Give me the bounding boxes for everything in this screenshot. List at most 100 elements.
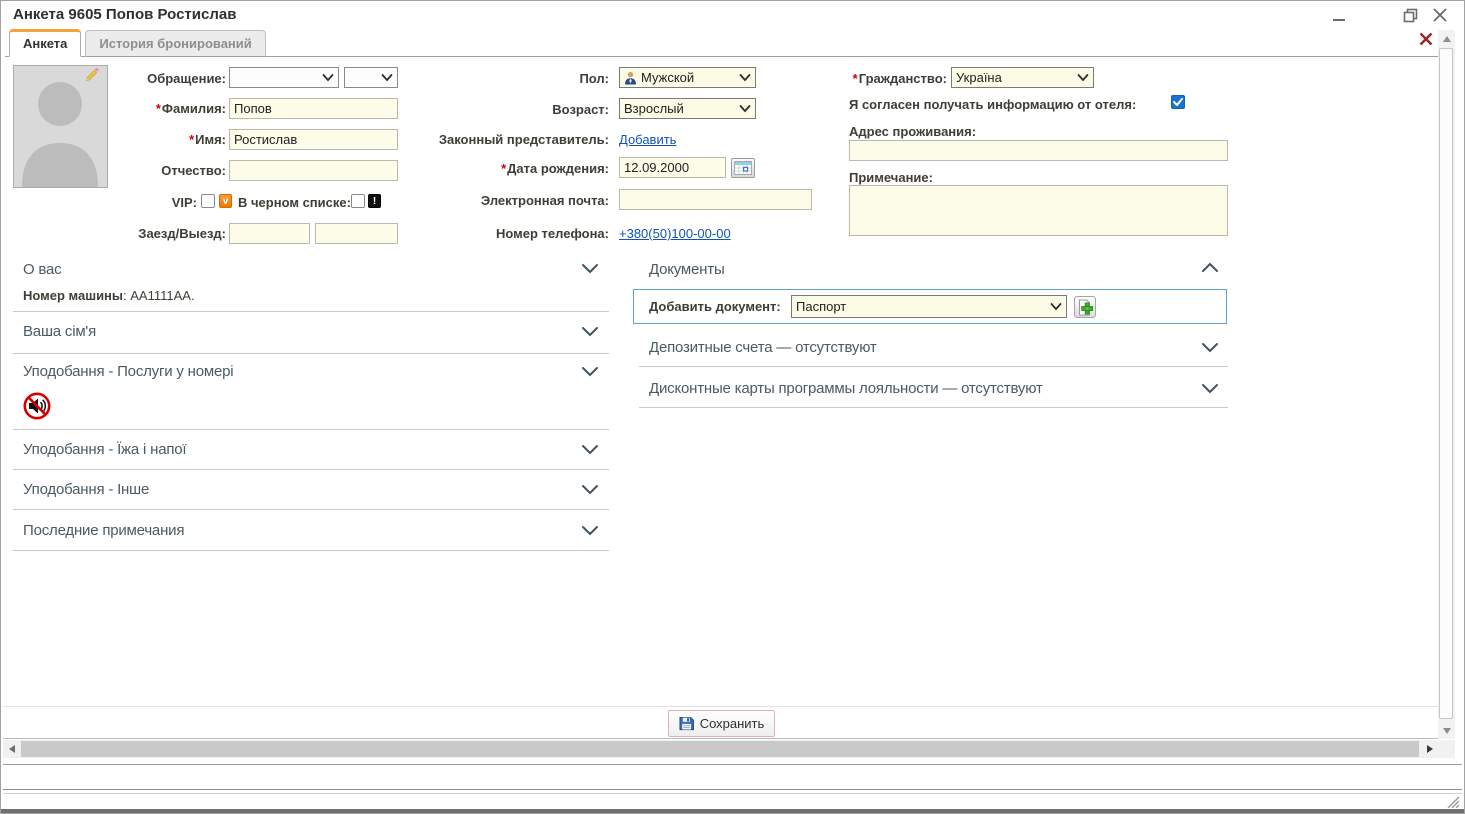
chevron-down-icon [1050,302,1062,311]
firstname-input[interactable] [229,129,398,150]
consent-checkbox[interactable] [1171,95,1185,109]
scrollbar-corner [1438,740,1455,758]
scroll-left-button[interactable] [3,740,20,758]
document-type-select[interactable]: Паспорт [791,295,1067,318]
resize-grip-icon [1446,796,1460,808]
no-sound-preference [23,392,51,420]
save-floppy-icon [679,716,694,731]
firstname-label: *Имя: [101,132,226,147]
triangle-right-icon [1427,745,1433,753]
scroll-down-button[interactable] [1438,722,1455,739]
birthdate-input[interactable] [619,157,726,178]
section-last-notes-header[interactable]: Последние примечания [23,522,184,539]
age-select[interactable]: Взрослый [619,98,756,119]
tab-anketa[interactable]: Анкета [9,29,81,57]
email-input[interactable] [619,189,812,210]
section-room-services-header[interactable]: Уподобання - Послуги у номері [23,363,233,380]
middlename-input[interactable] [229,160,398,181]
salutation-label: Обращение: [101,71,226,86]
lastname-input[interactable] [229,98,398,119]
section-deposits-header[interactable]: Депозитные счета — отсутствуют [649,339,877,356]
close-button[interactable] [1430,6,1450,24]
chevron-down-icon [322,73,334,82]
status-bar [3,764,1462,790]
section-about-toggle[interactable] [581,261,601,277]
note-textarea[interactable] [849,185,1228,236]
required-marker: * [156,101,161,116]
salutation-suffix-select[interactable] [344,67,398,88]
close-icon [1433,8,1447,22]
section-room-services-toggle[interactable] [581,364,601,380]
edit-photo-button[interactable] [83,67,100,84]
note-label: Примечание: [849,170,933,185]
horizontal-scrollbar-thumb[interactable] [21,741,1419,757]
gender-select[interactable]: Мужской [619,67,756,88]
horizontal-scrollbar[interactable] [3,740,1438,758]
section-documents-toggle[interactable] [1201,261,1221,277]
section-divider [13,509,609,510]
window-bottom-edge [1,809,1465,814]
lastname-label: *Фамилия: [101,101,226,116]
resize-grip[interactable] [1446,795,1462,808]
blacklist-checkbox[interactable] [351,194,365,208]
vip-checkbox[interactable] [201,194,215,208]
section-other-header[interactable]: Уподобання - Інше [23,481,149,498]
add-document-button[interactable] [1074,296,1096,318]
section-family-toggle[interactable] [581,324,601,340]
scroll-right-button[interactable] [1421,740,1438,758]
section-food-header[interactable]: Уподобання - Їжа і напої [23,441,186,458]
section-divider [13,353,609,354]
content-bottom-border [3,738,1455,739]
minimize-button[interactable] [1329,6,1349,24]
save-button[interactable]: Сохранить [668,710,775,737]
address-input[interactable] [849,140,1228,161]
phone-link[interactable]: +380(50)100-00-00 [619,226,731,241]
chevron-down-icon [1201,341,1219,353]
section-deposits-toggle[interactable] [1201,340,1221,356]
tab-bar: Анкета История бронирований [5,30,1438,57]
section-documents-header[interactable]: Документы [649,261,725,278]
chevron-down-icon [1201,382,1219,394]
chevron-down-icon [581,325,599,337]
citizenship-select[interactable]: Україна [951,67,1094,88]
scroll-up-button[interactable] [1438,30,1455,47]
section-last-notes-toggle[interactable] [581,523,601,539]
minimize-icon [1333,9,1346,22]
checkout-input[interactable] [315,223,398,244]
legal-rep-add-link[interactable]: Добавить [619,132,676,147]
section-about-header[interactable]: О вас [23,261,61,278]
section-family-header[interactable]: Ваша сім'я [23,323,96,340]
chevron-down-icon [581,365,599,377]
vertical-scrollbar-thumb[interactable] [1439,48,1453,719]
calendar-icon [734,161,752,175]
vertical-scrollbar[interactable] [1438,30,1455,739]
panel-close-button[interactable] [1419,32,1435,48]
status-bar-line [3,793,1462,794]
section-food-toggle[interactable] [581,442,601,458]
section-loyalty-toggle[interactable] [1201,381,1221,397]
section-divider [13,550,609,551]
section-loyalty-header[interactable]: Дисконтные карты программы лояльности — … [649,380,1043,397]
chevron-down-icon [1077,73,1089,82]
middlename-label: Отчество: [101,163,226,178]
gender-label: Пол: [421,71,609,86]
triangle-up-icon [1443,36,1451,42]
required-marker: * [189,132,194,147]
consent-label: Я согласен получать информацию от отеля: [849,97,1136,112]
chevron-down-icon [581,524,599,536]
chevron-down-icon [739,73,751,82]
restore-button[interactable] [1400,6,1420,24]
section-divider [13,429,609,430]
section-divider [13,469,609,470]
citizenship-label: *Гражданство: [831,71,947,86]
tab-booking-history[interactable]: История бронирований [85,30,265,57]
section-other-toggle[interactable] [581,482,601,498]
calendar-button[interactable] [731,158,755,178]
checkin-input[interactable] [229,223,310,244]
age-label: Возраст: [421,102,609,117]
window-title: Анкета 9605 Попов Ростислав [13,6,236,23]
chevron-up-icon [1201,262,1219,274]
salutation-select[interactable] [229,67,339,88]
stay-label: Заезд/Выезд: [101,226,226,241]
vip-badge-icon: v [219,194,232,208]
